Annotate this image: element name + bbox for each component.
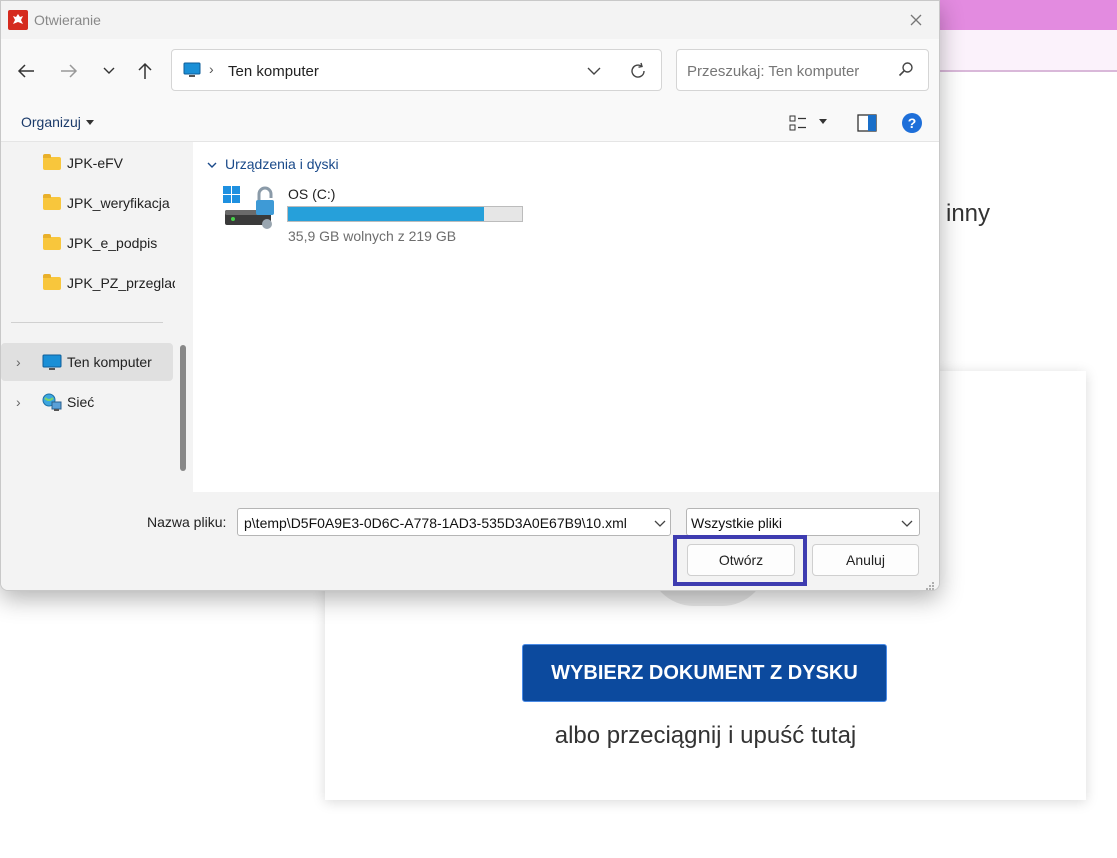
sidebar-item-label: JPK_e_podpis: [67, 235, 158, 251]
chevron-down-icon: [587, 67, 601, 75]
sidebar-scrollbar-thumb[interactable]: [180, 345, 186, 471]
refresh-icon: [631, 62, 645, 78]
address-location[interactable]: Ten komputer: [228, 63, 319, 80]
arrow-left-icon: [17, 64, 34, 78]
up-button[interactable]: [131, 57, 159, 85]
sidebar-item-folder[interactable]: JPK_PZ_przeglad: [1, 264, 175, 302]
chevron-down-icon: [103, 67, 115, 74]
close-button[interactable]: [903, 7, 929, 33]
choose-document-button[interactable]: WYBIERZ DOKUMENT Z DYSKU: [522, 644, 887, 702]
sidebar-item-label: JPK_weryfikacja: [67, 195, 170, 211]
caret-down-icon: [85, 120, 94, 125]
drive-free-space: 35,9 GB wolnych z 219 GB: [288, 228, 457, 244]
drive-usage-bar: [287, 206, 523, 222]
page-sub-bar: [930, 30, 1117, 72]
navigation-bar: › Ten komputer: [1, 39, 939, 102]
group-header-devices[interactable]: Urządzenia i dyski: [207, 156, 339, 172]
sidebar-item-this-pc[interactable]: › Ten komputer: [1, 343, 173, 381]
folder-icon: [43, 274, 61, 290]
page-top-bar: [930, 0, 1117, 30]
command-bar: Organizuj ?: [1, 102, 939, 142]
filename-history-button[interactable]: [654, 515, 666, 533]
address-bar[interactable]: › Ten komputer: [171, 49, 662, 91]
view-menu-caret-icon[interactable]: [819, 119, 827, 124]
collapse-chevron-icon: [207, 160, 217, 172]
dialog-title-bar: Otwieranie: [1, 1, 939, 39]
folder-icon: [43, 154, 61, 170]
chevron-down-icon: [901, 515, 913, 533]
sidebar-item-label: JPK-eFV: [67, 155, 124, 171]
breadcrumb-separator: ›: [209, 61, 214, 77]
sidebar-item-label: JPK_PZ_przeglad: [67, 275, 175, 291]
address-history-button[interactable]: [582, 59, 606, 83]
sidebar-item-label: Ten komputer: [67, 354, 152, 370]
expand-chevron-icon[interactable]: ›: [16, 354, 21, 370]
filename-label: Nazwa pliku:: [147, 514, 227, 530]
help-icon: ?: [907, 115, 917, 131]
search-box[interactable]: [676, 49, 929, 91]
page-text-fragment: inny: [946, 200, 991, 227]
recent-locations-button[interactable]: [95, 57, 123, 85]
folder-icon: [43, 194, 61, 210]
sidebar-item-folder[interactable]: JPK_e_podpis: [1, 224, 173, 262]
search-input[interactable]: [685, 58, 889, 84]
search-icon[interactable]: [898, 61, 914, 82]
sidebar-item-folder[interactable]: JPK_weryfikacja: [1, 184, 173, 222]
preview-pane-icon: [857, 114, 877, 132]
locked-drive-icon: [223, 184, 283, 239]
close-icon: [910, 14, 922, 26]
drive-usage-fill: [288, 207, 484, 221]
organize-menu-button[interactable]: Organizuj: [21, 114, 94, 130]
navigation-pane: JPK-eFV JPK_weryfikacja JPK_e_podpis JPK…: [1, 142, 175, 492]
network-icon: [42, 393, 62, 417]
drive-item[interactable]: OS (C:) 35,9 GB wolnych z 219 GB: [223, 182, 533, 246]
chevron-down-icon: [654, 520, 666, 527]
filename-input[interactable]: [242, 513, 646, 533]
drive-name: OS (C:): [288, 186, 336, 202]
folder-icon: [43, 234, 61, 250]
sidebar-item-folder[interactable]: JPK-eFV: [1, 144, 173, 182]
filename-combobox[interactable]: [237, 508, 671, 536]
file-type-select[interactable]: Wszystkie pliki: [686, 508, 920, 536]
change-view-button[interactable]: [789, 114, 807, 137]
open-file-dialog: Otwieranie › Ten komputer Przeszukaj: Te…: [0, 0, 940, 591]
computer-icon: [183, 62, 201, 83]
expand-chevron-icon[interactable]: ›: [16, 394, 21, 410]
help-button[interactable]: ?: [902, 113, 922, 133]
arrow-right-icon: [61, 64, 78, 78]
file-list-pane: Urządzenia i dyski OS (C:) 35,9 GB wolny…: [193, 142, 939, 492]
group-header-label: Urządzenia i dyski: [225, 156, 339, 172]
sidebar-item-label: Sieć: [67, 394, 95, 410]
open-button-highlight: [673, 535, 807, 586]
cancel-button[interactable]: Anuluj: [812, 544, 919, 576]
refresh-button[interactable]: [626, 59, 650, 83]
organize-label: Organizuj: [21, 114, 81, 130]
back-button[interactable]: [12, 57, 40, 85]
app-emblem-icon: [8, 10, 28, 30]
preview-pane-button[interactable]: [857, 114, 877, 137]
computer-icon: [42, 354, 62, 376]
forward-button[interactable]: [55, 57, 83, 85]
arrow-up-icon: [138, 62, 152, 79]
drop-zone-hint: albo przeciągnij i upuść tutaj: [554, 722, 857, 749]
dialog-title: Otwieranie: [34, 12, 101, 28]
sidebar-item-network[interactable]: › Sieć: [1, 383, 173, 421]
file-type-value: Wszystkie pliki: [691, 515, 783, 531]
sidebar-divider: [11, 322, 163, 323]
view-options-icon: [789, 115, 806, 131]
resize-grip-icon[interactable]: [925, 578, 935, 590]
